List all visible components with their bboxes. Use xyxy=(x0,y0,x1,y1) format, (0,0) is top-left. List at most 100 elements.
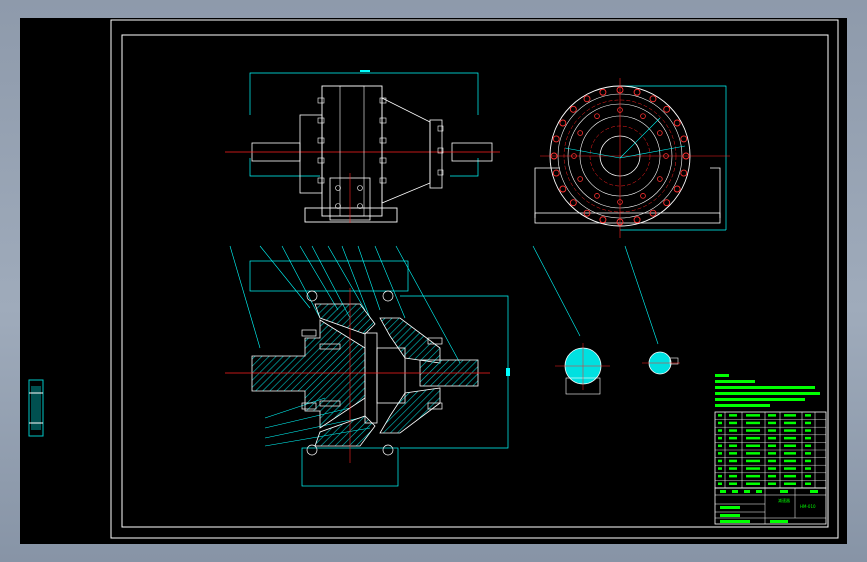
parts-cell-text xyxy=(768,444,776,447)
bolt-hole xyxy=(673,119,681,127)
bolt-hole xyxy=(633,216,641,224)
parts-cell-text xyxy=(746,467,760,470)
parts-cell-text xyxy=(729,459,737,463)
parts-cell-text xyxy=(729,467,737,470)
cad-drawing-canvas[interactable]: 减速器 HM-010 xyxy=(20,18,847,544)
outer-frame xyxy=(110,19,839,539)
parts-cell-text xyxy=(746,482,760,485)
inner-frame xyxy=(121,34,829,528)
parts-cell-text xyxy=(784,414,796,417)
bolt-hole xyxy=(577,130,583,136)
bolt-hole xyxy=(640,113,646,119)
parts-cell-text xyxy=(768,421,776,425)
parts-cell-text xyxy=(746,474,760,478)
bolt-hole xyxy=(680,135,688,143)
parts-cell-text xyxy=(805,436,811,440)
parts-cell-text xyxy=(768,452,776,455)
parts-cell-text xyxy=(729,452,737,455)
technical-notes[interactable] xyxy=(715,374,820,407)
parts-cell-text xyxy=(784,459,796,463)
parts-cell-text xyxy=(729,436,737,440)
parts-cell-text xyxy=(784,444,796,447)
parts-cell-text xyxy=(729,482,737,485)
parts-cell-text xyxy=(718,452,722,455)
parts-cell-text xyxy=(784,474,796,478)
parts-cell-text xyxy=(729,414,737,417)
drawing-sheet: 减速器 HM-010 xyxy=(110,19,839,539)
title-block[interactable]: 减速器 HM-010 xyxy=(714,487,827,525)
parts-cell-text xyxy=(746,436,760,440)
side-view[interactable] xyxy=(534,78,730,238)
bolt-hole xyxy=(599,88,607,96)
parts-cell-text xyxy=(805,467,811,470)
parts-cell-text xyxy=(729,474,737,478)
parts-cell-text xyxy=(784,452,796,455)
title-name: 减速器 xyxy=(778,497,790,503)
bolt-hole xyxy=(559,119,567,127)
parts-cell-text xyxy=(805,452,811,455)
bolt-hole xyxy=(633,88,641,96)
bolt-hole xyxy=(552,169,560,177)
parts-cell-text xyxy=(784,436,796,440)
parts-cell-text xyxy=(718,421,722,425)
parts-cell-text xyxy=(729,421,737,425)
parts-cell-text xyxy=(805,474,811,478)
bolt-hole xyxy=(569,105,577,113)
parts-cell-text xyxy=(768,474,776,478)
parts-cell-text xyxy=(784,421,796,425)
parts-cell-text xyxy=(768,414,776,417)
parts-cell-text xyxy=(805,429,811,432)
parts-cell-text xyxy=(805,482,811,485)
parts-cell-text xyxy=(746,452,760,455)
parts-cell-text xyxy=(805,414,811,417)
parts-cell-text xyxy=(768,436,776,440)
bolt-hole xyxy=(663,199,671,207)
bolt-hole xyxy=(569,199,577,207)
bolt-hole xyxy=(640,193,646,199)
parts-list-table[interactable] xyxy=(714,411,827,489)
bolt-hole xyxy=(552,135,560,143)
bolt-hole xyxy=(657,176,663,182)
drawing-number: HM-010 xyxy=(800,504,816,509)
parts-cell-text xyxy=(718,436,722,440)
parts-cell-text xyxy=(746,414,760,417)
parts-cell-text xyxy=(746,421,760,425)
bolt-hole xyxy=(577,176,583,182)
parts-cell-text xyxy=(784,429,796,432)
section-view[interactable] xyxy=(225,245,510,487)
parts-cell-text xyxy=(784,482,796,485)
parts-cell-text xyxy=(746,429,760,432)
parts-cell-text xyxy=(718,459,722,463)
bolt-hole xyxy=(599,216,607,224)
parts-cell-text xyxy=(729,444,737,447)
parts-cell-text xyxy=(805,459,811,463)
parts-cell-text xyxy=(746,444,760,447)
bolt-hole xyxy=(594,193,600,199)
parts-cell-text xyxy=(718,414,722,417)
parts-cell-text xyxy=(718,467,722,470)
bolt-hole xyxy=(559,185,567,193)
parts-cell-text xyxy=(768,482,776,485)
parts-cell-text xyxy=(768,467,776,470)
bolt-hole xyxy=(583,95,591,103)
detail-view-large[interactable] xyxy=(532,245,610,395)
parts-cell-text xyxy=(768,459,776,463)
parts-cell-text xyxy=(768,429,776,432)
parts-cell-text xyxy=(805,421,811,425)
parts-cell-text xyxy=(718,444,722,447)
bolt-hole xyxy=(594,113,600,119)
parts-cell-text xyxy=(805,444,811,447)
parts-cell-text xyxy=(729,429,737,432)
parts-cell-text xyxy=(746,459,760,463)
bolt-hole xyxy=(680,169,688,177)
bolt-hole xyxy=(657,130,663,136)
parts-cell-text xyxy=(718,474,722,478)
parts-cell-text xyxy=(718,482,722,485)
bolt-hole xyxy=(673,185,681,193)
bolt-hole xyxy=(649,95,657,103)
front-view[interactable] xyxy=(225,70,500,223)
parts-cell-text xyxy=(718,429,722,432)
parts-cell-text xyxy=(784,467,796,470)
detail-view-small[interactable] xyxy=(624,245,680,375)
bolt-hole xyxy=(663,105,671,113)
